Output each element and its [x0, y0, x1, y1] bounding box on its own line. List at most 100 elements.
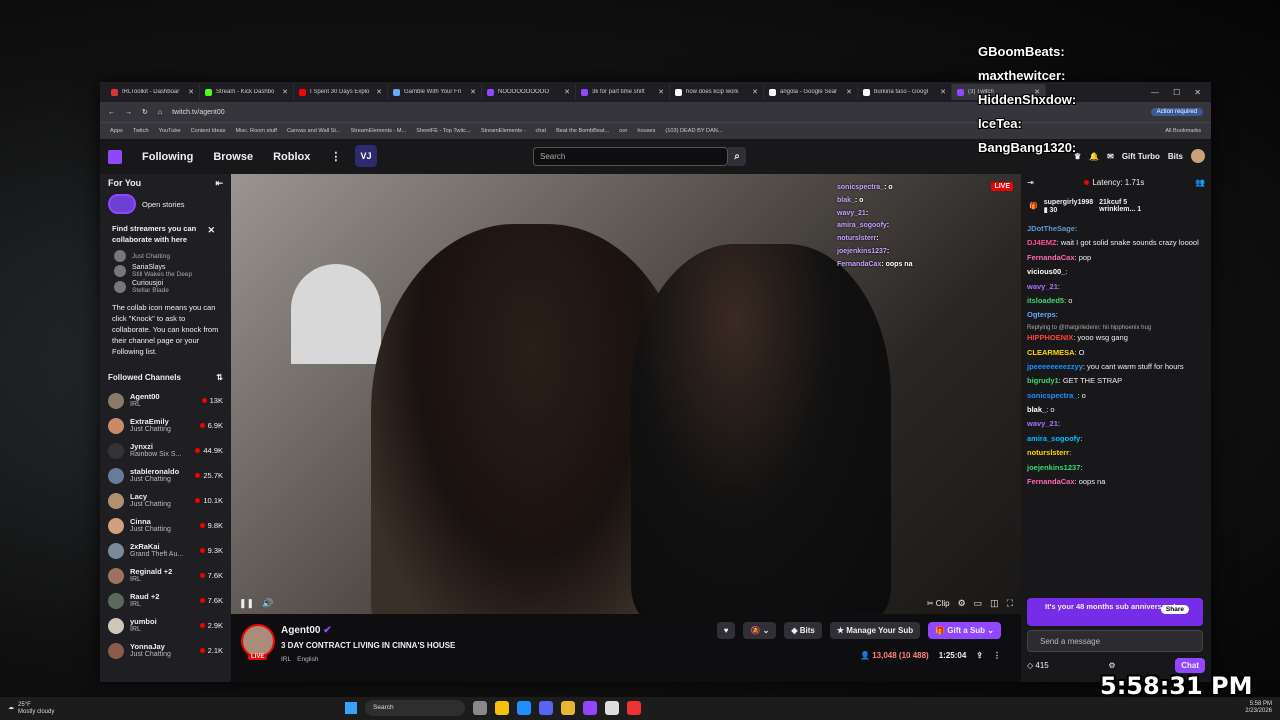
chat-username[interactable]: bigrudy1: [1027, 376, 1059, 385]
chrome-icon[interactable]: [495, 701, 509, 715]
weather-widget[interactable]: ☁ 25°F Mostly cloudy: [0, 702, 54, 715]
follow-heart-icon[interactable]: ♥: [716, 622, 736, 639]
pause-icon[interactable]: ❚❚: [239, 598, 254, 609]
close-icon[interactable]: ✕: [1194, 88, 1201, 97]
open-stories[interactable]: Open stories: [100, 192, 231, 216]
windows-start-icon[interactable]: [345, 702, 357, 714]
bits-button[interactable]: Bits: [1168, 152, 1183, 161]
stream-tag[interactable]: English: [297, 656, 318, 663]
stream-tag[interactable]: IRL: [281, 656, 291, 663]
bookmark-item[interactable]: Twitch: [133, 128, 149, 134]
notifications-toggle-icon[interactable]: 🔕 ⌄: [743, 622, 777, 639]
chat-username[interactable]: wavy_21: [1027, 282, 1058, 291]
forward-icon[interactable]: →: [125, 109, 132, 116]
chat-username[interactable]: CLEARMESA: [1027, 348, 1075, 357]
chat-username[interactable]: amira_sogoofy: [1027, 434, 1080, 443]
tab-close-icon[interactable]: ✕: [282, 88, 288, 96]
edge-icon[interactable]: [517, 701, 531, 715]
chat-username[interactable]: Ogterps: [1027, 310, 1056, 319]
nav-following[interactable]: Following: [142, 151, 193, 163]
theatre-mode-icon[interactable]: ▭: [974, 598, 983, 609]
chat-username[interactable]: DJ4EMZ: [1027, 238, 1057, 247]
followed-channel[interactable]: yumboi IRL 2.9K: [100, 613, 231, 638]
tab-close-icon[interactable]: ✕: [470, 88, 476, 96]
more-options-icon[interactable]: ⋮: [993, 651, 1001, 660]
bookmark-item[interactable]: YouTube: [159, 128, 181, 134]
chat-username[interactable]: wavy_21: [1027, 419, 1058, 428]
browser-tab[interactable]: NOOOOOOOOOO ✕: [482, 84, 576, 100]
nav-roblox[interactable]: Roblox: [273, 151, 310, 163]
chat-username[interactable]: blak_: [1027, 405, 1046, 414]
chat-username[interactable]: vicious00_: [1027, 267, 1065, 276]
chat-username[interactable]: itsloaded5: [1027, 296, 1064, 305]
bookmark-item[interactable]: (103) DEAD BY DAN...: [665, 128, 722, 134]
search-input[interactable]: Search: [533, 147, 728, 166]
tab-close-icon[interactable]: ✕: [752, 88, 758, 96]
chat-input[interactable]: Send a message: [1027, 630, 1203, 652]
bookmark-item[interactable]: chat: [536, 128, 547, 134]
collab-channel[interactable]: Just Chatting: [100, 249, 231, 263]
chat-username[interactable]: HIPPHOENIX: [1027, 333, 1073, 342]
tab-close-icon[interactable]: ✕: [564, 88, 570, 96]
followed-channel[interactable]: Jynxzi Rainbow Six S... 44.9K: [100, 438, 231, 463]
twitch-logo-icon[interactable]: [108, 149, 122, 164]
top-gifter-1[interactable]: supergirly1998 ▮ 30: [1044, 199, 1093, 214]
avatar[interactable]: [1191, 149, 1205, 163]
notifications-icon[interactable]: 🔔: [1089, 152, 1099, 161]
gift-turbo-button[interactable]: Gift Turbo: [1122, 152, 1160, 161]
browser-tab[interactable]: Gamble With Your Fri ✕: [388, 84, 482, 100]
bits-button[interactable]: ◆ Bits: [784, 622, 822, 639]
bookmark-item[interactable]: StreamElements -: [481, 128, 526, 134]
sort-icon[interactable]: ⇅: [216, 373, 223, 382]
chat-username[interactable]: jpeeeeeeeezzyy: [1027, 362, 1083, 371]
back-icon[interactable]: ←: [108, 109, 115, 116]
tab-close-icon[interactable]: ✕: [376, 88, 382, 96]
followed-channel[interactable]: 2xRaKai Grand Theft Au... 9.3K: [100, 538, 231, 563]
chat-username[interactable]: joejenkins1237: [1027, 463, 1080, 472]
bookmark-item[interactable]: SheetFE - Top Twitc...: [416, 128, 471, 134]
file-explorer-icon[interactable]: [473, 701, 487, 715]
top-gifter-2[interactable]: 21kcuf 5 wrinklem... 1: [1099, 199, 1141, 213]
share-button[interactable]: Share: [1160, 605, 1189, 614]
settings-icon[interactable]: ⚙: [958, 598, 966, 609]
tab-close-icon[interactable]: ✕: [188, 88, 194, 96]
bookmark-item[interactable]: Apps: [110, 128, 123, 134]
all-bookmarks[interactable]: All Bookmarks: [1165, 128, 1201, 134]
bookmark-item[interactable]: Beat the BombBeat...: [556, 128, 609, 134]
gift-sub-button[interactable]: 🎁 Gift a Sub ⌄: [928, 622, 1001, 639]
browser-tab[interactable]: burkina faso - Googl ✕: [858, 84, 952, 100]
chat-username[interactable]: FernandaCax: [1027, 477, 1075, 486]
collab-channel[interactable]: Curiousjoi Stellar Blade: [100, 279, 231, 295]
followed-channel[interactable]: stableronaldo Just Chatting 25.7K: [100, 463, 231, 488]
chat-username[interactable]: FernandaCax: [1027, 253, 1075, 262]
bookmark-item[interactable]: oor: [619, 128, 627, 134]
share-icon[interactable]: ⇪: [976, 651, 983, 660]
obs-icon[interactable]: [605, 701, 619, 715]
minimize-icon[interactable]: —: [1151, 88, 1159, 97]
folder-icon[interactable]: [561, 701, 575, 715]
action-required-button[interactable]: Action required: [1150, 108, 1203, 116]
search-icon[interactable]: ⌕: [728, 147, 746, 166]
collapse-sidebar-icon[interactable]: ⇤: [215, 178, 223, 189]
system-tray-clock[interactable]: 5:58 PM 2/23/2026: [1245, 701, 1272, 715]
followed-channel[interactable]: Raud +2 IRL 7.6K: [100, 588, 231, 613]
channel-points-icon[interactable]: ◇ 415: [1027, 661, 1049, 670]
followed-channel[interactable]: ExtraEmily Just Chatting 6.9K: [100, 413, 231, 438]
taskbar-search[interactable]: Search: [365, 700, 465, 716]
chat-username[interactable]: sonicspectra_: [1027, 391, 1077, 400]
followed-channel[interactable]: Lacy Just Chatting 10.1K: [100, 488, 231, 513]
tab-close-icon[interactable]: ✕: [940, 88, 946, 96]
close-icon[interactable]: ✕: [207, 224, 215, 237]
collab-channel[interactable]: SariaSlays Still Wakes the Deep: [100, 263, 231, 279]
browser-tab[interactable]: Stream - Kick Dashbo ✕: [200, 84, 294, 100]
chat-settings-icon[interactable]: ⚙: [1108, 661, 1115, 670]
app-icon[interactable]: [627, 701, 641, 715]
bookmark-item[interactable]: Content Ideas: [191, 128, 226, 134]
chat-send-button[interactable]: Chat: [1175, 658, 1205, 673]
followed-channel[interactable]: Reginald +2 IRL 7.6K: [100, 563, 231, 588]
tab-close-icon[interactable]: ✕: [846, 88, 852, 96]
tab-close-icon[interactable]: ✕: [658, 88, 664, 96]
clip-button[interactable]: ✂ Clip: [927, 599, 950, 608]
picture-in-picture-icon[interactable]: ◫: [990, 598, 999, 609]
followed-channel[interactable]: Cinna Just Chatting 9.8K: [100, 513, 231, 538]
